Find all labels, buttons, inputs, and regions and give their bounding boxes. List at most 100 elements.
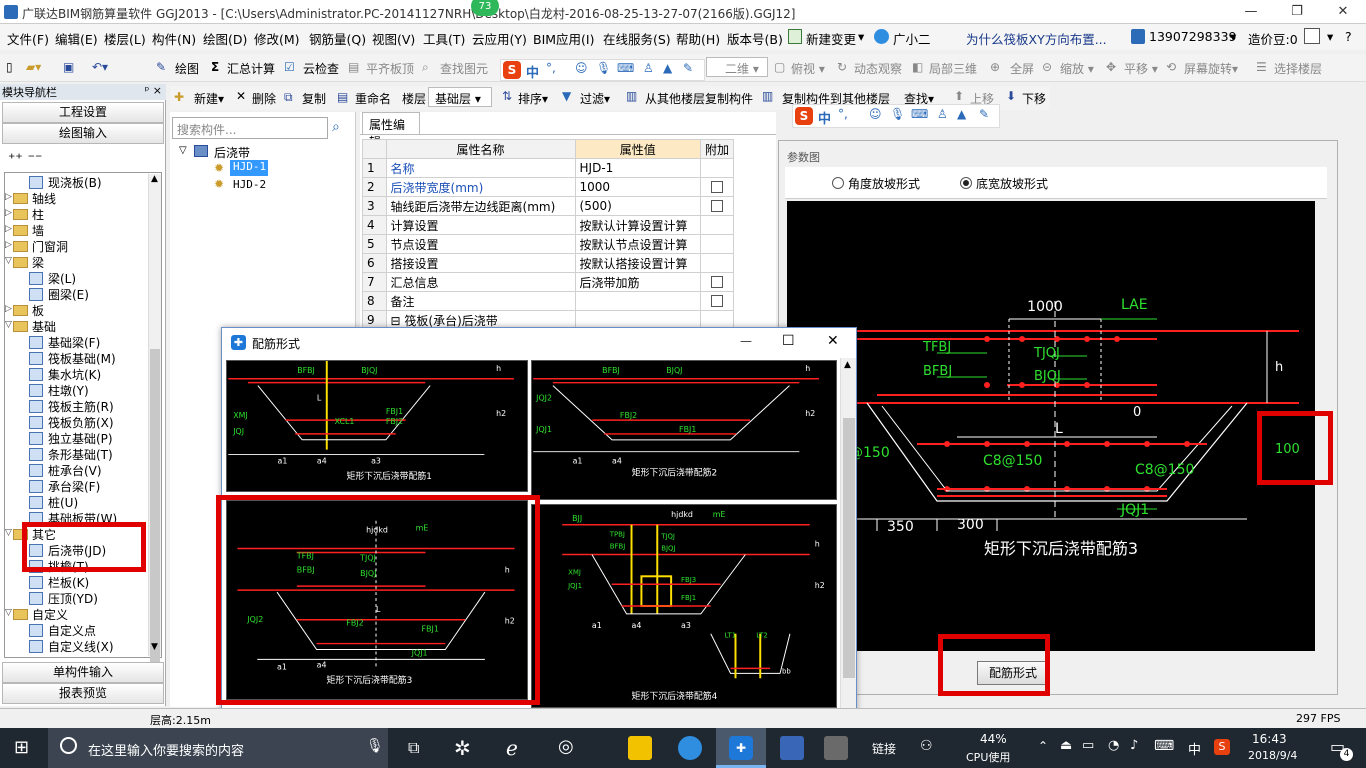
taskbar-search[interactable]: 在这里输入你要搜索的内容 🎙 bbox=[48, 728, 388, 768]
guangxiaoer-button[interactable]: 广小二 bbox=[893, 29, 931, 48]
expand-icon[interactable]: ▷ bbox=[5, 208, 15, 218]
emoji-icon[interactable]: ☺ bbox=[575, 61, 588, 75]
nav-tree-item[interactable]: 条形基础(T) bbox=[29, 446, 113, 462]
extra-checkbox[interactable] bbox=[710, 200, 723, 212]
nav-tree-folder[interactable]: ▽ 自定义 bbox=[5, 606, 68, 622]
app-icon[interactable] bbox=[824, 736, 848, 760]
property-value[interactable]: (500) bbox=[574, 196, 701, 216]
ime-punct[interactable]: °, bbox=[838, 107, 848, 121]
nav-tree-item[interactable]: 桩(U) bbox=[29, 494, 78, 510]
dynamic-view-button[interactable]: 动态观察 bbox=[854, 60, 902, 77]
menu-version[interactable]: 版本号(B) bbox=[727, 29, 783, 48]
menu-component[interactable]: 构件(N) bbox=[152, 29, 196, 48]
help-icon[interactable]: ? bbox=[1345, 29, 1352, 44]
price-beans[interactable]: 造价豆:0 bbox=[1248, 29, 1298, 48]
ime-zh[interactable]: 中 bbox=[526, 62, 539, 81]
menu-tools[interactable]: 工具(T) bbox=[423, 29, 465, 48]
new-file-icon[interactable]: ▯ bbox=[6, 60, 13, 74]
keyboard-icon[interactable]: ⌨ bbox=[911, 107, 928, 121]
rotate-button[interactable]: 屏幕旋转▾ bbox=[1184, 60, 1238, 77]
app-icon[interactable] bbox=[780, 736, 804, 760]
nav-tree-folder[interactable]: ▷ 门窗洞 bbox=[5, 238, 68, 254]
dialog-close-button[interactable]: ✕ bbox=[827, 333, 839, 349]
nav-tree-item[interactable]: 桩承台(V) bbox=[29, 462, 102, 478]
pin-close-icon[interactable]: ᵖ × bbox=[145, 84, 162, 97]
expand-icon[interactable]: ▷ bbox=[5, 304, 15, 314]
nav-tree-folder[interactable]: ▽ 基础 bbox=[5, 318, 56, 334]
task-view-icon[interactable]: ⧉ bbox=[408, 738, 419, 758]
nav-tree-item[interactable]: 圈梁(E) bbox=[29, 286, 89, 302]
windows-start-icon[interactable]: ⊞ bbox=[14, 737, 29, 758]
property-value[interactable]: 后浇带加筋 bbox=[574, 272, 701, 292]
nav-tree-item[interactable]: 基础梁(F) bbox=[29, 334, 100, 350]
copy-from-floor-button[interactable]: 从其他楼层复制构件 bbox=[645, 90, 753, 107]
ie-icon[interactable]: ℯ bbox=[506, 736, 518, 760]
top-view-button[interactable]: 俯视 ▾ bbox=[791, 60, 825, 77]
menu-help[interactable]: 帮助(H) bbox=[676, 29, 720, 48]
nav-tree-item[interactable]: 筏板基础(M) bbox=[29, 350, 116, 366]
user-icon[interactable]: ♙ bbox=[937, 107, 948, 121]
collapse-icon[interactable]: ▽ bbox=[5, 608, 15, 618]
nav-tree-item[interactable]: 独立基础(P) bbox=[29, 430, 113, 446]
collapse-icon[interactable]: ▽ bbox=[5, 320, 15, 330]
filter-button[interactable]: 过滤▾ bbox=[580, 90, 610, 107]
nav-tree-folder[interactable]: ▷ 柱 bbox=[5, 206, 44, 222]
menu-draw[interactable]: 绘图(D) bbox=[203, 29, 247, 48]
project-settings-button[interactable]: 工程设置 bbox=[2, 102, 164, 123]
radio-bottom-width-slope-label[interactable]: 底宽放坡形式 bbox=[976, 175, 1048, 192]
property-row[interactable]: 1 名称 HJD-1 bbox=[362, 158, 735, 178]
collapse-icon[interactable]: ▽ bbox=[179, 145, 187, 156]
extra-checkbox[interactable] bbox=[710, 181, 723, 193]
nav-tree-item[interactable]: 承台梁(F) bbox=[29, 478, 100, 494]
sum-button[interactable]: 汇总计算 bbox=[227, 60, 275, 77]
sogou-tray-icon[interactable]: S bbox=[1214, 739, 1230, 755]
nav-tree-item[interactable]: 柱墩(Y) bbox=[29, 382, 89, 398]
new-change-button[interactable]: 新建变更 bbox=[806, 29, 856, 48]
nav-tree-item[interactable]: 自定义线(X) bbox=[29, 638, 114, 654]
cloud-check-button[interactable]: 云检查 bbox=[303, 60, 339, 77]
nav-tree-item[interactable]: 现浇板(B) bbox=[29, 174, 102, 190]
input-lang[interactable]: 中 bbox=[1188, 739, 1201, 758]
undo-icon[interactable]: ↶▾ bbox=[92, 60, 108, 74]
search-icon[interactable]: ⌕ bbox=[332, 119, 340, 135]
fullscreen-button[interactable]: 全屏 bbox=[1010, 60, 1034, 77]
menu-bim[interactable]: BIM应用(I) bbox=[533, 29, 595, 48]
collapse-icon[interactable]: ▽ bbox=[5, 256, 15, 266]
nav-tree-folder[interactable]: ▷ 板 bbox=[5, 302, 44, 318]
glodon-g-icon[interactable] bbox=[678, 736, 702, 760]
report-preview-button[interactable]: 报表预览 bbox=[2, 683, 164, 704]
scroll-thumb[interactable] bbox=[843, 418, 855, 678]
menu-file[interactable]: 文件(F) bbox=[7, 29, 49, 48]
delete-button[interactable]: 删除 bbox=[252, 90, 276, 107]
close-button[interactable]: ✕ bbox=[1320, 0, 1366, 24]
collapse-icon[interactable]: ▽ bbox=[5, 528, 15, 538]
sort-button[interactable]: 排序▾ bbox=[518, 90, 548, 107]
draw-button[interactable]: 绘图 bbox=[175, 60, 199, 77]
thumb-form-1[interactable]: BFBJ BJQJ XMJ JQJ XCL1 FBJ1 FBJ2 L h h2 … bbox=[226, 360, 528, 492]
scroll-down-icon[interactable]: ▼ bbox=[151, 642, 158, 652]
nav-tree-folder[interactable]: ▽ 梁 bbox=[5, 254, 44, 270]
chevron-up-icon[interactable]: ⌃ bbox=[1038, 739, 1048, 753]
emoji-icon[interactable]: ☺ bbox=[869, 107, 882, 121]
drawing-input-button[interactable]: 绘图输入 bbox=[2, 123, 164, 144]
question-link[interactable]: 为什么筏板XY方向布置... bbox=[966, 29, 1107, 48]
radio-angle-slope[interactable] bbox=[832, 177, 844, 189]
notification-icon[interactable]: ⏏ bbox=[1060, 738, 1072, 753]
user-icon[interactable]: ♙ bbox=[643, 61, 654, 75]
property-row[interactable]: 4 计算设置 按默认计算设置计算 bbox=[362, 215, 735, 235]
expand-icon[interactable]: ▷ bbox=[5, 224, 15, 234]
keyboard-icon[interactable]: ⌨ bbox=[617, 61, 634, 75]
single-component-button[interactable]: 单构件输入 bbox=[2, 662, 164, 683]
taskbar-active-app[interactable]: ✚ bbox=[716, 728, 766, 768]
nav-tree-item[interactable]: 集水坑(K) bbox=[29, 366, 101, 382]
display-icon[interactable]: ▭ bbox=[1082, 738, 1094, 753]
skin-icon[interactable]: ▲ bbox=[957, 107, 966, 121]
dialog-maximize-button[interactable]: ☐ bbox=[782, 333, 795, 349]
radio-bottom-width-slope[interactable] bbox=[960, 177, 972, 189]
nav-tree-item[interactable]: 梁(L) bbox=[29, 270, 76, 286]
menu-edit[interactable]: 编辑(E) bbox=[55, 29, 98, 48]
property-value[interactable] bbox=[574, 291, 701, 311]
property-row[interactable]: 7 汇总信息 后浇带加筋 bbox=[362, 272, 735, 292]
pan-button[interactable]: 平移 ▾ bbox=[1124, 60, 1158, 77]
property-value[interactable]: 按默认搭接设置计算 bbox=[574, 253, 701, 273]
